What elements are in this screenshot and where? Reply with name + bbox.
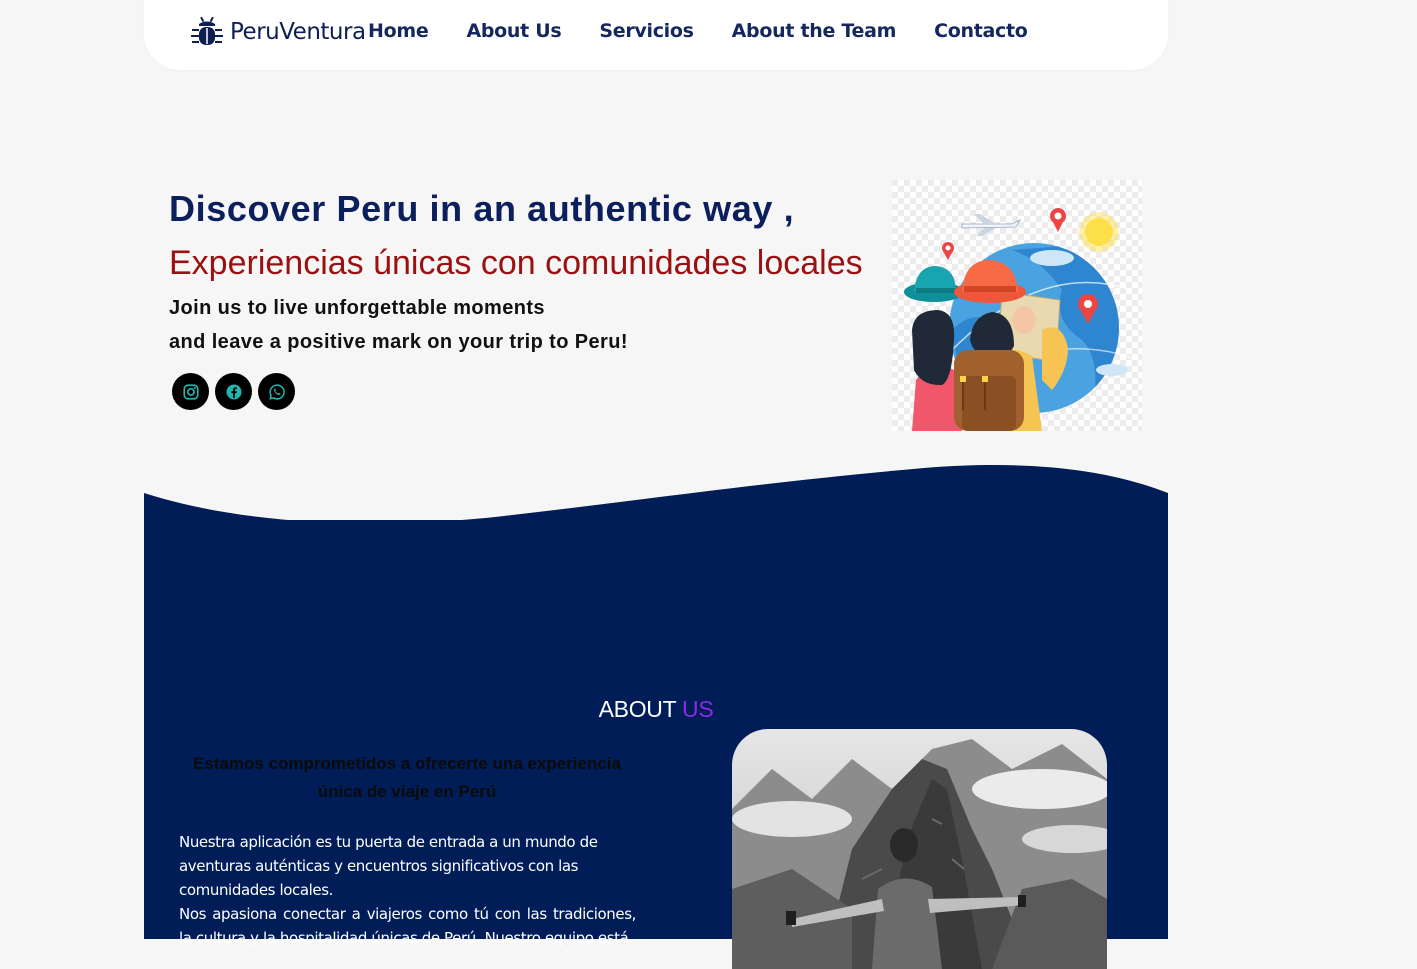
- hero-tagline-2: and leave a positive mark on your trip t…: [169, 331, 628, 353]
- nav-contacto[interactable]: Contacto: [934, 20, 1028, 42]
- about-heading-main: ABOUT: [598, 696, 677, 722]
- about-section: ABOUT US Estamos comprometidos a ofrecer…: [144, 520, 1168, 969]
- navbar: PeruVentura Home About Us Servicios Abou…: [144, 0, 1168, 70]
- nav-servicios[interactable]: Servicios: [599, 20, 694, 42]
- facebook-icon: [226, 384, 241, 399]
- instagram-icon: [182, 383, 199, 400]
- bug-icon: [191, 16, 223, 45]
- social-links: [172, 373, 301, 410]
- whatsapp-icon: [268, 383, 285, 400]
- hero-tagline-1: Join us to live unforgettable moments: [169, 297, 545, 319]
- nav-about-the-team[interactable]: About the Team: [732, 20, 897, 42]
- travelers-illustration: [892, 180, 1142, 431]
- hero-subtitle: Experiencias únicas con comunidades loca…: [169, 244, 863, 282]
- whatsapp-link[interactable]: [258, 373, 295, 410]
- hero-title: Discover Peru in an authentic way ,: [169, 188, 795, 229]
- machu-picchu-photo: [732, 729, 1107, 969]
- nav-about-us[interactable]: About Us: [466, 20, 561, 42]
- about-paragraph-1: Nuestra aplicación es tu puerta de entra…: [179, 833, 598, 899]
- about-lead: Estamos comprometidos a ofrecerte una ex…: [193, 754, 621, 801]
- brand-name: PeruVentura: [230, 19, 366, 45]
- facebook-link[interactable]: [215, 373, 252, 410]
- nav-home[interactable]: Home: [368, 20, 429, 42]
- main-nav: Home About Us Servicios About the Team C…: [368, 20, 1066, 42]
- brand-logo[interactable]: PeruVentura: [190, 15, 366, 49]
- instagram-link[interactable]: [172, 373, 209, 410]
- about-heading: ABOUT US: [144, 696, 1168, 723]
- about-paragraph-2: Nos apasiona conectar a viajeros como tú…: [179, 905, 636, 947]
- about-heading-accent: US: [682, 696, 714, 722]
